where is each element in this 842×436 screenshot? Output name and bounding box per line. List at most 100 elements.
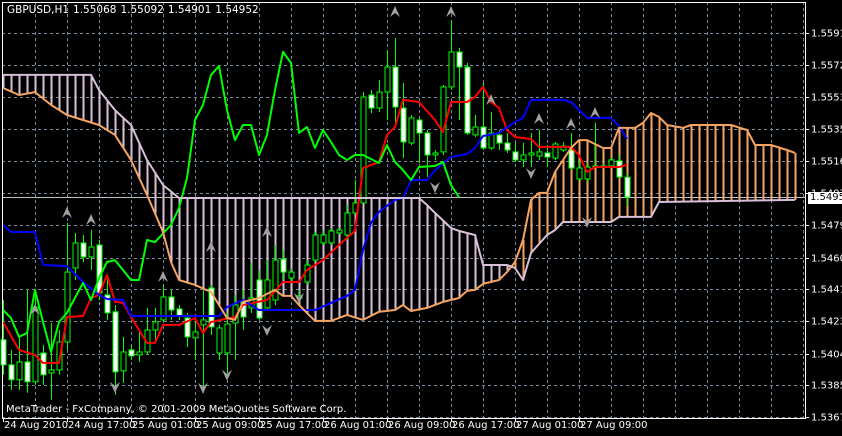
x-tick-label: 24 Aug 2010 <box>4 420 69 431</box>
fractal-up-arrow-icon <box>390 6 400 18</box>
candle-body <box>200 319 207 326</box>
candle-body <box>72 242 79 269</box>
candle-body <box>368 94 375 109</box>
y-tick-label: 1.55910 <box>811 28 842 39</box>
x-tick-label: 27 Aug 09:00 <box>580 420 648 431</box>
candle <box>472 115 479 137</box>
candle <box>112 304 119 395</box>
price-chart <box>0 2 809 422</box>
y-tick-label: 1.55535 <box>811 92 842 103</box>
candle-body <box>16 361 23 381</box>
x-tick-label: 24 Aug 17:00 <box>68 420 136 431</box>
candle-body <box>8 364 15 381</box>
candle-body <box>496 134 503 144</box>
x-tick-label: 25 Aug 17:00 <box>260 420 328 431</box>
candle <box>176 304 183 320</box>
chart-header: GBPUSD,H1 1.55068 1.55092 1.54901 1.54952 <box>7 4 263 16</box>
candle-body <box>32 306 39 383</box>
candle <box>408 115 415 146</box>
candle-body <box>288 271 295 279</box>
fractal-down-arrow-icon <box>262 325 272 337</box>
y-tick-label: 1.54040 <box>811 349 842 360</box>
candle <box>64 222 71 350</box>
candle-body <box>544 152 551 158</box>
candle <box>40 344 47 385</box>
candle <box>240 289 247 331</box>
candle <box>80 235 87 262</box>
x-tick-label: 26 Aug 01:00 <box>324 420 392 431</box>
candle-body <box>320 234 327 244</box>
candle-body <box>424 132 431 156</box>
x-tick-label: 27 Aug 01:00 <box>516 420 584 431</box>
candle <box>32 289 39 385</box>
candle-body <box>576 167 583 180</box>
open-price: 1.55068 <box>73 4 117 16</box>
current-price-label: 1.54952 <box>808 191 842 204</box>
fractal-down-arrow-icon <box>430 182 440 194</box>
candle-body <box>448 51 455 88</box>
candle <box>320 230 327 245</box>
candle <box>264 260 271 310</box>
candle-body <box>120 351 127 372</box>
indicator-lines <box>2 50 796 364</box>
candle <box>144 307 151 355</box>
y-tick-label: 1.54790 <box>811 220 842 231</box>
x-tick-label: 25 Aug 09:00 <box>196 420 264 431</box>
candle <box>256 270 263 320</box>
candle-body <box>568 149 575 169</box>
candle <box>272 244 279 305</box>
candle <box>288 267 295 284</box>
fractal-up-arrow-icon <box>62 206 72 218</box>
candle <box>192 319 199 360</box>
candle <box>328 228 335 245</box>
candle <box>136 331 143 362</box>
candle <box>360 92 367 204</box>
fractal-up-arrow-icon <box>86 213 96 225</box>
candle-body <box>176 308 183 317</box>
candle-body <box>216 327 223 354</box>
candle-body <box>408 117 415 144</box>
candle <box>464 62 471 135</box>
candle-body <box>360 96 367 204</box>
candle-body <box>504 142 511 151</box>
senkou-span-a-line <box>2 86 796 322</box>
candle-body <box>24 361 31 383</box>
candle-body <box>280 258 287 273</box>
candle <box>400 82 407 159</box>
candle-body <box>520 154 527 161</box>
low-price: 1.54901 <box>167 4 212 16</box>
close-price: 1.54952 <box>215 4 259 16</box>
candle-body <box>48 369 55 374</box>
candle-body <box>528 152 535 156</box>
candle <box>448 20 455 91</box>
y-tick-label: 1.54600 <box>811 253 842 264</box>
candle <box>312 231 319 262</box>
candle-body <box>152 321 159 331</box>
y-tick-label: 1.55350 <box>811 124 842 135</box>
candle-body <box>608 159 615 167</box>
x-tick-label: 26 Aug 09:00 <box>388 420 456 431</box>
y-tick-label: 1.54415 <box>811 284 842 295</box>
candle-body <box>168 296 175 311</box>
candle <box>280 249 287 280</box>
candle-body <box>624 176 631 198</box>
candle-body <box>344 212 351 236</box>
y-tick-label: 1.53670 <box>811 412 842 423</box>
candle <box>552 141 559 160</box>
candle-body <box>400 107 407 143</box>
candle <box>520 142 527 167</box>
candle <box>336 228 343 236</box>
y-tick-label: 1.55720 <box>811 60 842 71</box>
candle-body <box>128 349 135 357</box>
candle-body <box>272 259 279 301</box>
candle <box>384 50 391 121</box>
candle <box>48 322 55 400</box>
candle-body <box>136 351 143 356</box>
candle-body <box>0 339 7 366</box>
symbol-timeframe: GBPUSD,H1 <box>7 4 70 16</box>
candle <box>576 159 583 181</box>
candle-body <box>432 152 439 156</box>
candle <box>128 344 135 360</box>
candle <box>24 289 31 393</box>
candle-body <box>512 151 519 161</box>
